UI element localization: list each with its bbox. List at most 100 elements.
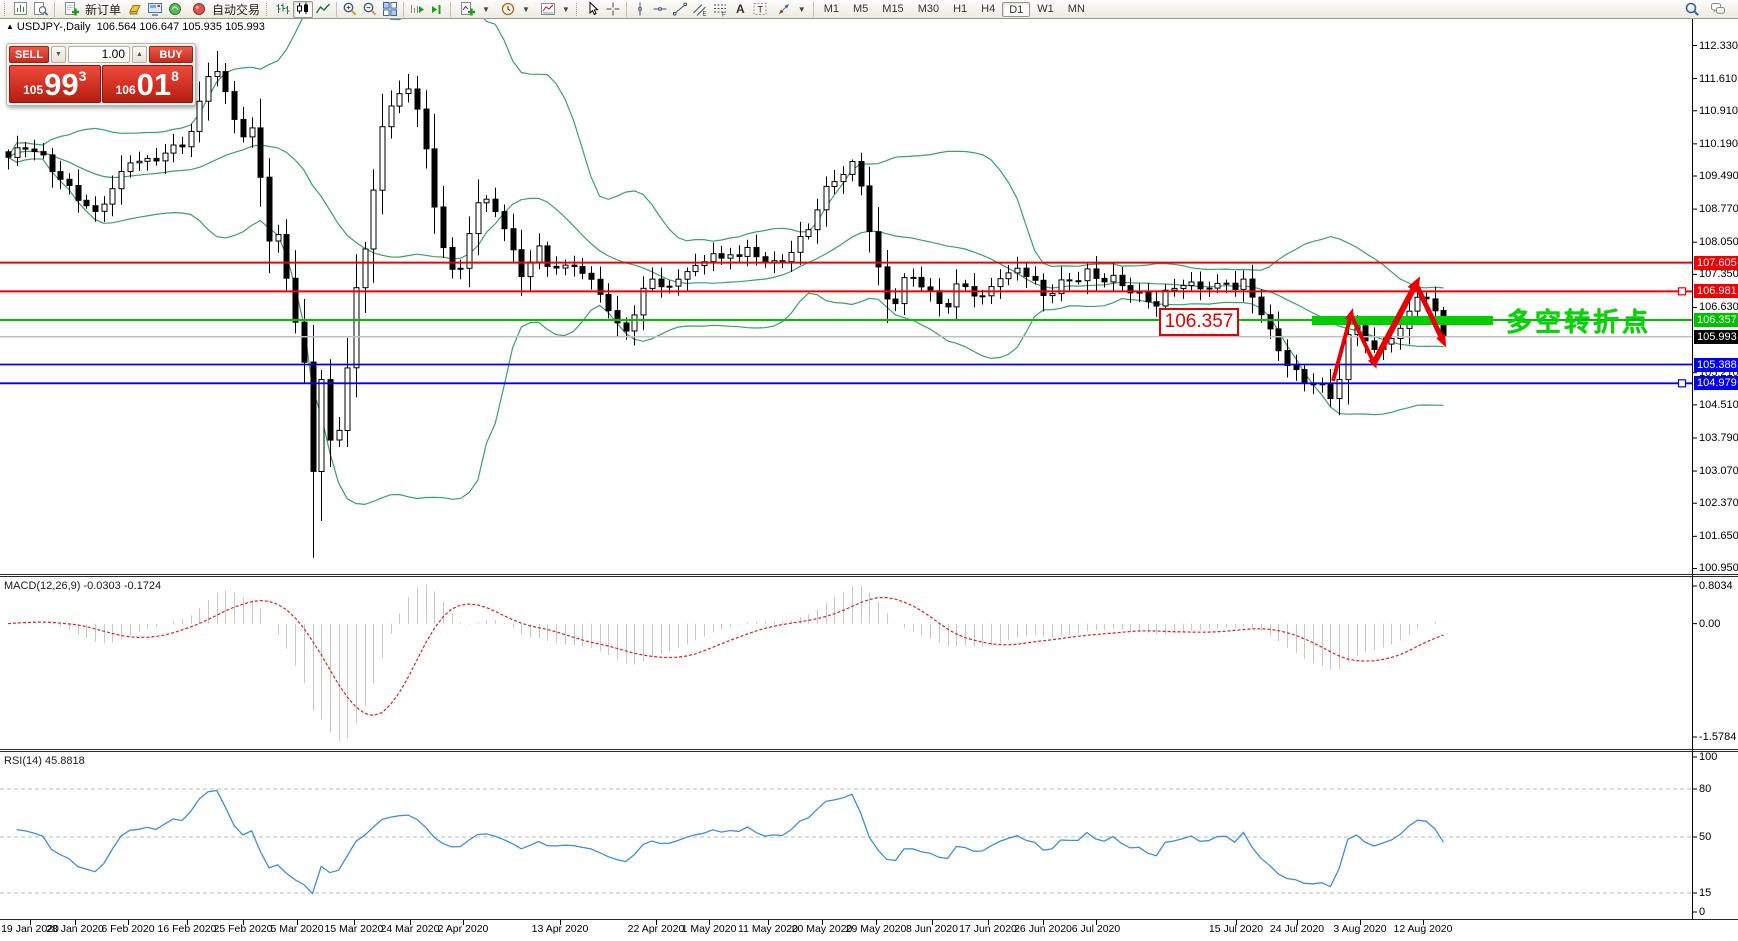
candle-body [815,210,820,230]
candle-body [859,162,864,187]
line-selection-marker [1679,380,1686,387]
candle-body [1006,273,1011,279]
candle-body [128,163,133,172]
candle-body [1154,302,1159,306]
candle-body [1120,275,1125,285]
buy-button[interactable]: BUY [149,46,193,63]
price-tick-label: 100.950 [1699,562,1738,574]
candle-body [615,311,620,323]
volume-decrease-button[interactable]: ▼ [51,46,66,63]
candle-body [946,304,951,307]
candle-body [954,284,959,307]
candle-body [1224,283,1229,284]
sell-price-display[interactable]: 105 99 3 [9,65,101,103]
buy-price-display[interactable]: 106 01 8 [102,65,194,103]
candle-body [502,212,507,229]
candle-body [1233,283,1238,289]
candle-body [919,277,924,287]
turning-point-annotation[interactable]: 多空转折点 [1506,302,1651,339]
candle-body [102,204,107,211]
candle-body [424,109,429,149]
sell-button[interactable]: SELL [9,46,49,63]
candle-body [1372,341,1377,350]
candle-body [110,189,115,204]
candle-body [841,174,846,181]
volume-increase-button[interactable]: ▲ [132,46,147,63]
candle-body [23,148,28,149]
price-tick-label: 104.510 [1699,399,1738,411]
candle-body [154,158,159,161]
time-label: 6 Feb 2020 [101,923,154,935]
rsi-scale-label: 50 [1699,831,1711,843]
candle-body [806,230,811,237]
candle-body [798,237,803,253]
candle-body [1268,315,1273,329]
candle-body [484,199,489,203]
candle-body [223,72,228,92]
candle-body [354,288,359,368]
macd-scale-min: -1.5784 [1699,731,1736,743]
time-label: 25 Feb 2020 [214,923,273,935]
candle-body [337,430,342,440]
time-label: 5 Mar 2020 [270,923,323,935]
candle-body [1415,297,1420,311]
candle-body [58,172,63,180]
candle-body [406,89,411,94]
price-badge: 107.605 [1694,256,1738,270]
buy-price-pips: 01 [137,69,171,100]
candle-body [745,248,750,257]
candle-body [824,186,829,209]
candle-body [41,152,46,155]
sell-price-handle: 105 [23,83,43,97]
line-selection-marker [1679,288,1686,295]
candle-body [319,380,324,472]
candle-body [1085,269,1090,281]
candle-body [1294,366,1299,370]
candle-body [50,155,55,172]
candle-body [676,279,681,286]
candle-body [493,199,498,211]
time-label: 20 May 2020 [792,923,853,935]
chart-title-ohlc: ▲USDJPY-,Daily 106.564 106.647 105.935 1… [6,21,265,33]
mt4-window: 新订单 自动交易 ▼ ▼ ▼ E F A T ▼ [0,0,1738,941]
volume-input[interactable]: 1.00 [68,46,130,63]
candle-body [293,278,298,322]
price-tick-label: 107.350 [1699,268,1738,280]
price-tick-label: 112.330 [1699,40,1738,52]
candle-body [1250,279,1255,297]
price-tick-label: 110.190 [1699,138,1738,150]
one-click-toggle-icon[interactable]: ▲ [6,22,14,31]
macd-indicator-label: MACD(12,26,9) -0.0303 -0.1724 [4,580,161,592]
candle-body [1111,275,1116,282]
candle-body [311,362,316,471]
candle-body [171,145,176,153]
price-tick-label: 103.070 [1699,465,1738,477]
candle-body [197,101,202,131]
candle-body [267,177,272,241]
candle-body [476,203,481,234]
price-tick-label: 102.370 [1699,497,1738,509]
candle-body [537,246,542,262]
candle-body [1041,280,1046,295]
candle-body [137,161,142,163]
candle-body [693,266,698,272]
ohlc-values: 106.564 106.647 105.935 105.993 [97,21,265,33]
bollinger-band-line [8,0,1444,288]
candle-body [659,279,664,287]
candle-body [206,77,211,102]
candle-body [1015,268,1020,273]
candle-body [1172,288,1177,290]
time-label: 22 Apr 2020 [628,923,685,935]
time-label: 6 Jul 2020 [1072,923,1120,935]
candle-body [728,255,733,258]
time-label: 1 May 2020 [682,923,737,935]
candle-body [189,131,194,146]
time-label: 3 Aug 2020 [1333,923,1386,935]
candle-body [937,291,942,304]
chart-canvas[interactable] [0,0,1738,941]
candle-body [328,380,333,441]
candle-body [1163,290,1168,306]
candle-body [667,286,672,287]
price-text-annotation[interactable]: 106.357 [1159,308,1239,336]
time-label: 16 Feb 2020 [158,923,217,935]
